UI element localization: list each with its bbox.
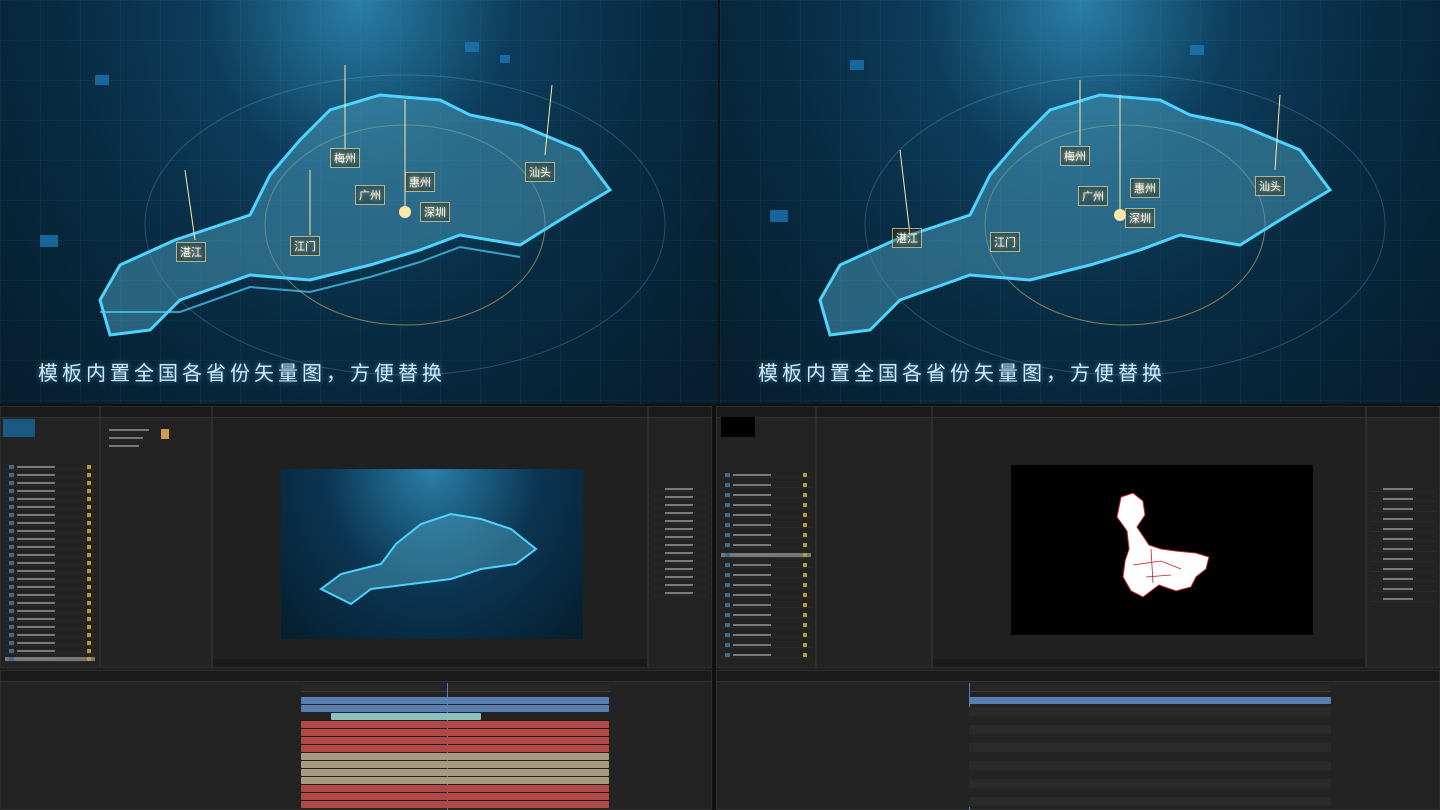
footage-thumbnail xyxy=(721,417,755,437)
layer-bar[interactable] xyxy=(301,721,609,728)
time-ruler[interactable] xyxy=(301,683,611,692)
layer-bar[interactable] xyxy=(331,713,481,720)
layer-bar[interactable] xyxy=(301,737,609,744)
layer-bar[interactable] xyxy=(301,729,609,736)
map-label: 汕头 xyxy=(525,162,555,182)
map-label: 湛江 xyxy=(176,242,206,262)
caption-text: 模板内置全国各省份矢量图，方便替换 xyxy=(38,361,446,385)
map-label: 汕头 xyxy=(1255,176,1285,196)
timeline-panel[interactable] xyxy=(716,670,1440,810)
after-effects-window-left xyxy=(0,406,712,810)
caption-text: 模板内置全国各省份矢量图，方便替换 xyxy=(758,361,1166,385)
map-label: 江门 xyxy=(990,232,1020,252)
layer-bar[interactable] xyxy=(301,769,609,776)
map-label: 湛江 xyxy=(892,228,922,248)
layer-bar[interactable] xyxy=(301,777,609,784)
layer-bar[interactable] xyxy=(301,745,609,752)
map-label: 惠州 xyxy=(1130,178,1160,198)
layer-bar[interactable] xyxy=(969,697,1331,704)
after-effects-window-right xyxy=(716,406,1440,810)
timeline-panel[interactable] xyxy=(0,670,712,810)
time-ruler[interactable] xyxy=(969,683,1331,692)
map-label: 江门 xyxy=(290,236,320,256)
composition-panel[interactable] xyxy=(212,406,648,668)
footage-thumbnail xyxy=(3,419,35,437)
composition-viewer[interactable] xyxy=(281,469,583,639)
render-preview-left: 梅州 广州 惠州 汕头 深圳 湛江 江门 模板内置全国各省份矢量图，方便替换 xyxy=(0,0,718,404)
layer-bar[interactable] xyxy=(301,801,609,808)
layer-bar[interactable] xyxy=(301,785,609,792)
map-label: 深圳 xyxy=(1125,208,1155,228)
effect-controls-panel[interactable] xyxy=(100,406,212,668)
heilongjiang-map-shape xyxy=(1116,492,1210,598)
effect-controls-panel[interactable] xyxy=(816,406,932,668)
render-preview-right: 梅州 广州 惠州 汕头 深圳 湛江 江门 模板内置全国各省份矢量图，方便替换 xyxy=(720,0,1440,404)
map-label: 梅州 xyxy=(330,148,360,168)
layer-bar[interactable] xyxy=(301,697,609,704)
map-label: 广州 xyxy=(355,185,385,205)
composition-viewer[interactable] xyxy=(1011,465,1313,635)
map-label: 梅州 xyxy=(1060,146,1090,166)
map-label: 广州 xyxy=(1078,186,1108,206)
project-panel[interactable] xyxy=(0,406,100,668)
color-swatch[interactable] xyxy=(161,429,169,439)
composition-panel[interactable] xyxy=(932,406,1366,668)
layer-bar[interactable] xyxy=(301,705,609,712)
project-panel[interactable] xyxy=(716,406,816,668)
layer-bar[interactable] xyxy=(301,793,609,800)
effects-presets-panel[interactable] xyxy=(648,406,712,668)
map-label: 深圳 xyxy=(420,202,450,222)
layer-bar[interactable] xyxy=(301,761,609,768)
map-label: 惠州 xyxy=(405,172,435,192)
effects-presets-panel[interactable] xyxy=(1366,406,1440,668)
layer-bar[interactable] xyxy=(301,753,609,760)
